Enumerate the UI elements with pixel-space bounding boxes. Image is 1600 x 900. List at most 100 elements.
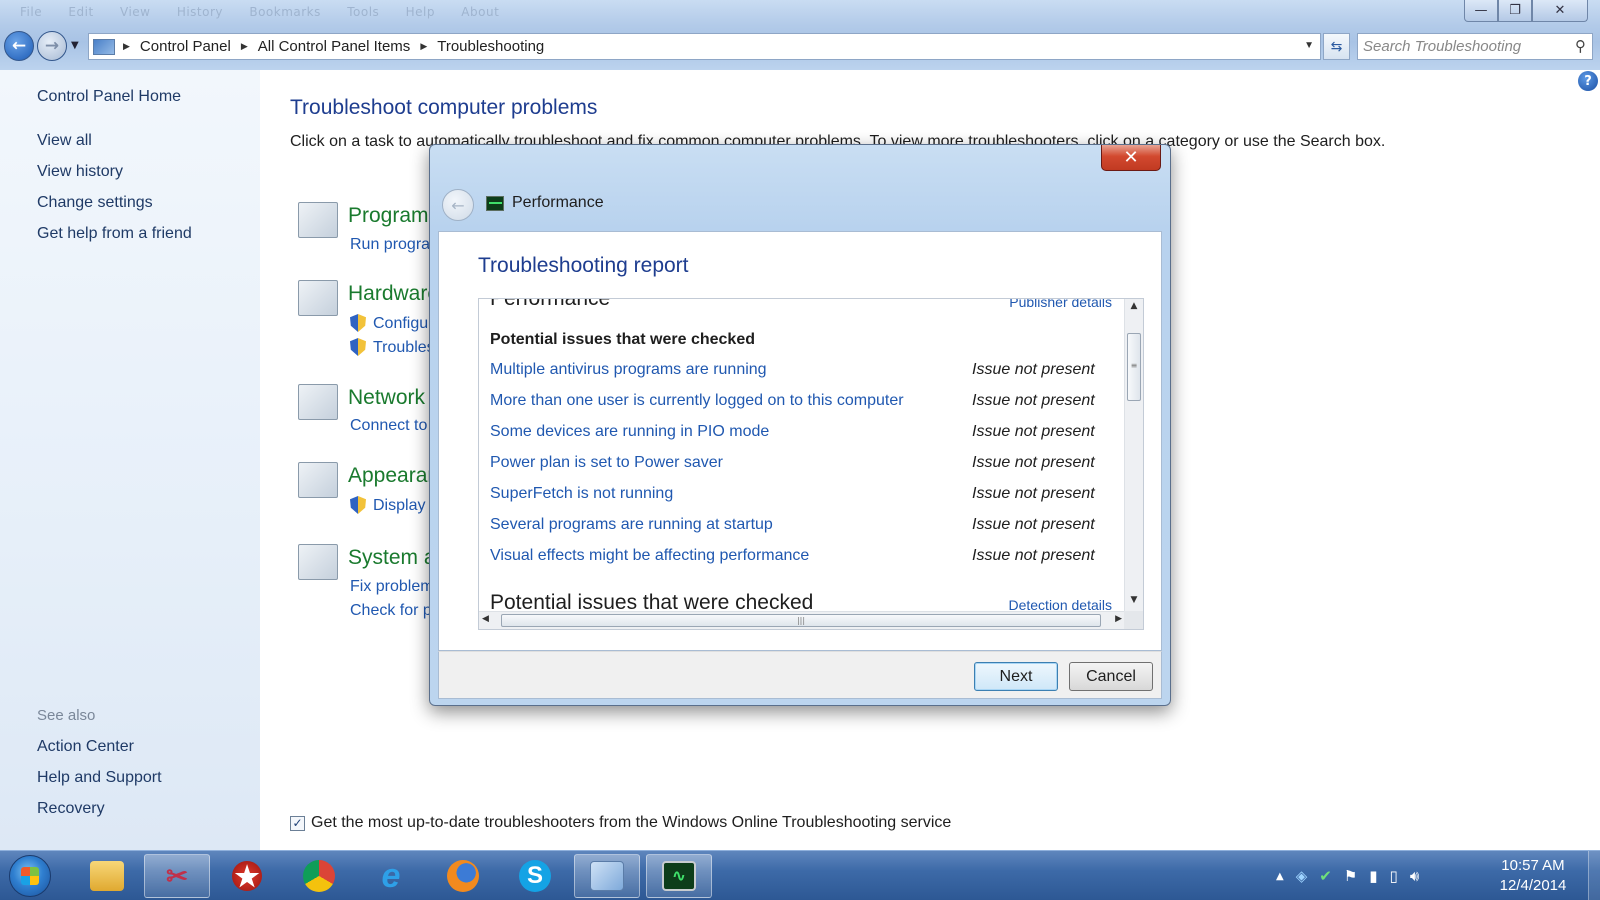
taskbar-control-panel[interactable]: [574, 854, 640, 898]
issue-link[interactable]: More than one user is currently logged o…: [490, 392, 904, 410]
recent-pages-chevron-icon[interactable]: ▼: [71, 40, 79, 51]
taskbar-skype[interactable]: S: [502, 854, 568, 898]
action-center-flag-icon[interactable]: ⚑: [1344, 867, 1357, 885]
menu-help[interactable]: Help: [406, 5, 435, 19]
volume-icon[interactable]: 🔊︎: [1410, 867, 1419, 885]
online-troubleshooting-checkbox[interactable]: ✓: [290, 816, 305, 831]
taskbar-explorer[interactable]: [74, 854, 140, 898]
report-scroll-frame[interactable]: Performance Publisher details Potential …: [478, 298, 1144, 630]
antivirus-icon[interactable]: ◈: [1296, 867, 1308, 885]
action-center-link[interactable]: Action Center: [37, 738, 134, 756]
scroll-right-arrow-icon[interactable]: ▶: [1115, 614, 1122, 624]
breadcrumb-troubleshooting[interactable]: Troubleshooting: [437, 38, 544, 55]
recovery-link[interactable]: Recovery: [37, 800, 105, 818]
clock-time: 10:57 AM: [1501, 857, 1565, 874]
cancel-button[interactable]: Cancel: [1069, 662, 1153, 691]
see-also-label: See also: [37, 707, 96, 724]
breadcrumb-control-panel[interactable]: Control Panel: [140, 38, 231, 55]
issue-link[interactable]: Several programs are running at startup: [490, 516, 773, 534]
search-icon[interactable]: ⚲: [1575, 37, 1586, 55]
issue-link[interactable]: Multiple antivirus programs are running: [490, 361, 767, 379]
menu-history[interactable]: History: [177, 5, 223, 19]
menu-about[interactable]: About: [461, 5, 499, 19]
taskbar-internet-explorer[interactable]: e: [358, 854, 424, 898]
admin-shield-icon: [350, 338, 366, 356]
list-item: Several programs are running at startup …: [490, 516, 1102, 538]
battery-icon[interactable]: ▯: [1390, 867, 1398, 885]
left-navigation-pane: Control Panel Home View all View history…: [0, 70, 260, 850]
issue-link[interactable]: Some devices are running in PIO mode: [490, 423, 769, 441]
list-item: Multiple antivirus programs are running …: [490, 361, 1102, 383]
issue-status: Issue not present: [972, 454, 1095, 471]
issue-link[interactable]: Power plan is set to Power saver: [490, 454, 723, 472]
search-box[interactable]: ⚲: [1357, 33, 1593, 60]
system-security-category-icon[interactable]: [298, 544, 338, 580]
issues-header: Potential issues that were checked: [490, 331, 755, 348]
issue-link[interactable]: Visual effects might be affecting perfor…: [490, 547, 809, 565]
get-help-from-friend-link[interactable]: Get help from a friend: [37, 225, 192, 243]
help-and-support-link[interactable]: Help and Support: [37, 769, 162, 787]
show-desktop-button[interactable]: [1588, 851, 1600, 900]
programs-category-title[interactable]: Programs: [348, 204, 439, 228]
dialog-back-arrow-icon[interactable]: ←: [442, 189, 474, 221]
control-panel-icon: [590, 861, 624, 891]
horizontal-scroll-thumb[interactable]: |||: [501, 614, 1101, 627]
list-item: Visual effects might be affecting perfor…: [490, 547, 1102, 569]
issue-status: Issue not present: [972, 547, 1095, 564]
breadcrumb-arrow-icon[interactable]: ▶: [241, 41, 248, 52]
menu-tools[interactable]: Tools: [347, 5, 379, 19]
taskbar-performance-monitor[interactable]: ∿: [646, 854, 712, 898]
control-panel-home-link[interactable]: Control Panel Home: [37, 88, 181, 106]
issue-link[interactable]: SuperFetch is not running: [490, 485, 673, 503]
firefox-icon: [447, 860, 479, 892]
minimize-button[interactable]: —: [1464, 0, 1498, 22]
hardware-category-icon[interactable]: [298, 280, 338, 316]
online-troubleshooting-label[interactable]: Get the most up-to-date troubleshooters …: [311, 814, 951, 832]
breadcrumb-arrow-icon[interactable]: ▶: [420, 41, 427, 52]
publisher-details-link[interactable]: Publisher details: [1009, 299, 1112, 310]
scroll-down-arrow-icon[interactable]: ▼: [1125, 595, 1143, 611]
programs-category-icon[interactable]: [298, 202, 338, 238]
menu-edit[interactable]: Edit: [68, 5, 93, 19]
issue-status: Issue not present: [972, 361, 1095, 378]
next-button[interactable]: Next: [974, 662, 1058, 691]
report-content: Performance Publisher details Potential …: [479, 299, 1126, 613]
back-arrow-icon[interactable]: ←: [4, 31, 34, 61]
breadcrumb-all-items[interactable]: All Control Panel Items: [258, 38, 411, 55]
network-category-icon[interactable]: [298, 384, 338, 420]
forward-arrow-icon[interactable]: →: [37, 31, 67, 61]
vertical-scrollbar[interactable]: ▲ ≡ ▼: [1124, 299, 1143, 613]
appearance-category-icon[interactable]: [298, 462, 338, 498]
view-all-link[interactable]: View all: [37, 132, 92, 150]
taskbar-pokerstars[interactable]: ★: [214, 854, 280, 898]
control-panel-icon: [93, 38, 115, 55]
horizontal-scrollbar[interactable]: ◀ ||| ▶: [479, 611, 1126, 629]
address-bar[interactable]: ▶ Control Panel ▶ All Control Panel Item…: [88, 33, 1321, 60]
dialog-close-button[interactable]: ✕: [1101, 145, 1161, 171]
update-check-icon[interactable]: ✔: [1319, 867, 1332, 885]
network-signal-icon[interactable]: ▮: [1369, 867, 1377, 885]
help-icon[interactable]: ?: [1578, 71, 1598, 91]
scroll-left-arrow-icon[interactable]: ◀: [482, 614, 489, 624]
taskbar-firefox[interactable]: [430, 854, 496, 898]
scroll-up-arrow-icon[interactable]: ▲: [1125, 301, 1143, 317]
taskbar-snipping-tool[interactable]: ✂: [144, 854, 210, 898]
view-history-link[interactable]: View history: [37, 163, 123, 181]
troubleshooting-dialog: ✕ ← Performance Troubleshooting report P…: [429, 144, 1171, 706]
menu-file[interactable]: File: [20, 5, 42, 19]
window-close-button[interactable]: ✕: [1532, 0, 1588, 22]
address-dropdown-chevron-icon[interactable]: ▼: [1304, 40, 1314, 51]
vertical-scroll-thumb[interactable]: ≡: [1127, 333, 1141, 401]
taskbar-clock[interactable]: 10:57 AM 12/4/2014: [1488, 856, 1578, 896]
maximize-button[interactable]: ❐: [1498, 0, 1532, 22]
search-input[interactable]: [1358, 34, 1558, 59]
menu-view[interactable]: View: [120, 5, 150, 19]
menu-bookmarks[interactable]: Bookmarks: [249, 5, 321, 19]
taskbar: ✂ ★ e S ∿ ▲ ◈ ✔ ⚑ ▮ ▯ 🔊︎ 10:57 AM 12/4/2…: [0, 850, 1600, 900]
start-button[interactable]: [9, 855, 51, 897]
taskbar-chrome[interactable]: [286, 854, 352, 898]
change-settings-link[interactable]: Change settings: [37, 194, 153, 212]
refresh-icon[interactable]: ⇆: [1323, 33, 1350, 60]
show-hidden-icons-chevron-icon[interactable]: ▲: [1276, 871, 1284, 882]
breadcrumb-arrow-icon[interactable]: ▶: [123, 41, 130, 52]
